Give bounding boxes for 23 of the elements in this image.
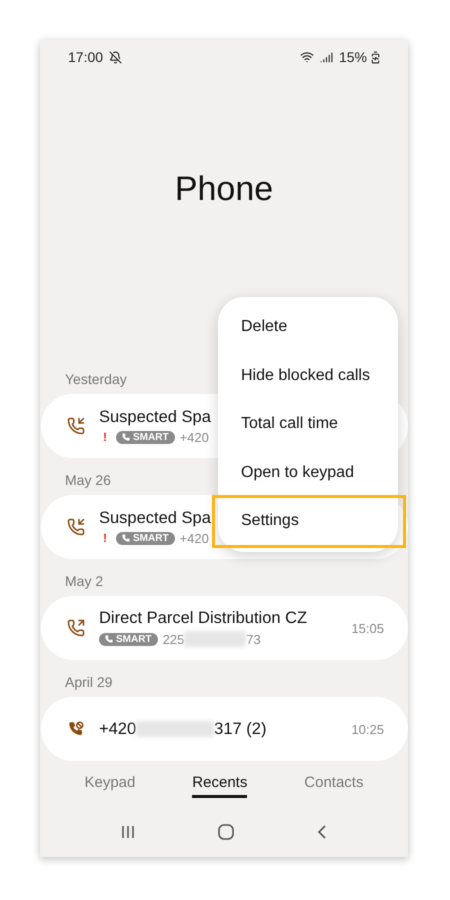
call-time: 10:25 xyxy=(351,722,384,736)
caller-name: 317 (2) xyxy=(214,720,266,738)
app-title: Phone xyxy=(174,170,274,209)
smart-call-badge: SMART xyxy=(116,430,175,444)
phone-number: 73 xyxy=(246,632,261,646)
caller-name: Direct Parcel Distribution CZ xyxy=(99,609,308,628)
date-header: Yesterday xyxy=(65,370,127,389)
smart-call-badge: SMART xyxy=(116,532,175,544)
spam-warning-icon: ! xyxy=(99,531,111,545)
battery-level: 15% xyxy=(338,49,367,65)
phone-number: +420 xyxy=(180,430,209,444)
date-header: May 2 xyxy=(65,572,104,591)
phone-number: 225 xyxy=(162,632,184,646)
caller-name: +420 xyxy=(99,720,136,738)
phone-number: +420 xyxy=(180,530,209,546)
date-header: April 29 xyxy=(65,672,112,692)
call-time: 15:05 xyxy=(351,620,384,636)
status-time: 17:00 xyxy=(68,49,104,65)
caller-name: Suspected Spa xyxy=(99,508,211,528)
caller-name: Suspected Spa xyxy=(99,408,211,426)
smart-call-badge: SMART xyxy=(99,632,158,646)
spam-warning-icon: ! xyxy=(99,430,111,444)
date-header: May 26 xyxy=(65,470,111,490)
